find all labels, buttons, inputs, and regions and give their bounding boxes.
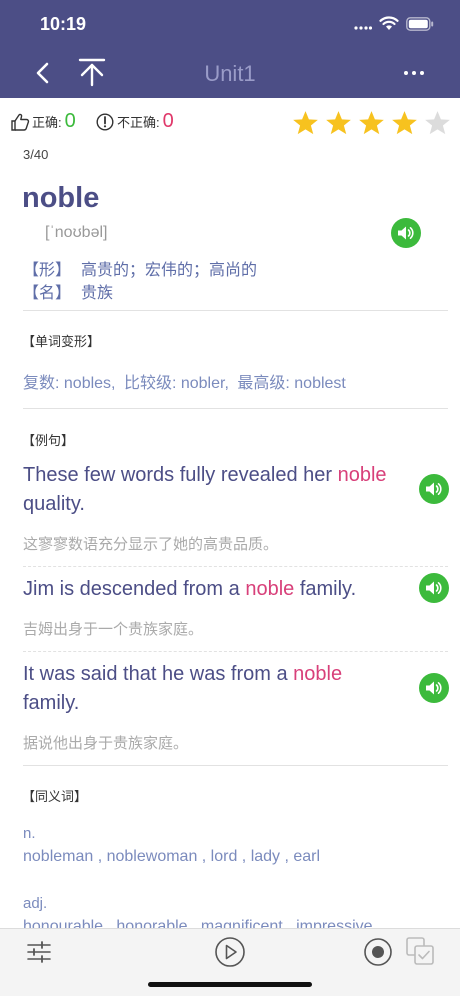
- rating-stars[interactable]: [291, 110, 452, 137]
- synonym-pos: adj.: [23, 895, 48, 912]
- speaker-icon: [398, 226, 414, 240]
- definition-adjective: 【形】 高贵的；宏伟的；高尚的: [23, 256, 257, 280]
- example-sentence: Jim is descended from a noble family.: [23, 575, 423, 604]
- example-speaker-button[interactable]: [419, 573, 449, 603]
- divider: [23, 765, 448, 766]
- example-text: quality.: [23, 493, 85, 515]
- status-time: 10:19: [40, 14, 87, 34]
- example-speaker-button[interactable]: [419, 673, 449, 703]
- example-text: These few words fully revealed her: [23, 464, 338, 486]
- wrong-score: 不正确: 0: [96, 110, 174, 133]
- example-translation: 吉姆出身于一个贵族家庭。: [23, 621, 204, 638]
- headword: noble: [22, 182, 100, 214]
- example-sentence: It was said that he was from a noble fam…: [23, 660, 403, 718]
- synonym-words: nobleman , noblewoman , lord , lady , ea…: [23, 848, 321, 865]
- plural-value: nobles,: [63, 375, 116, 392]
- more-icon-dot: [404, 71, 408, 75]
- status-bar: 10:19: [0, 0, 460, 50]
- star-empty-icon[interactable]: [423, 110, 452, 137]
- more-button[interactable]: [396, 58, 432, 88]
- example-text: family.: [23, 692, 80, 714]
- home-indicator: [148, 982, 312, 987]
- word-forms: 复数: nobles, 比较级: nobler, 最高级: noblest: [23, 369, 350, 393]
- definition-pos: 【名】: [23, 285, 72, 302]
- copy-icon: [406, 937, 434, 965]
- status-icons: [354, 16, 434, 31]
- phonetic: [ˈnoʊbəl]: [45, 224, 108, 241]
- play-button[interactable]: [214, 936, 246, 973]
- record-icon: [364, 938, 392, 966]
- example-text: family.: [294, 578, 357, 600]
- wifi-icon: [379, 16, 399, 30]
- top-bar: 10:19 Unit1: [0, 0, 460, 98]
- score-row: 正确: 0 不正确: 0: [10, 110, 450, 138]
- divider: [23, 651, 448, 652]
- superlative-value: noblest: [294, 375, 346, 392]
- comparative-value: nobler,: [180, 375, 229, 392]
- more-icon-dot: [420, 71, 424, 75]
- star-filled-icon[interactable]: [390, 110, 419, 137]
- progress-counter: 3/40: [23, 147, 49, 162]
- definition-pos: 【形】: [23, 262, 72, 279]
- star-filled-icon[interactable]: [324, 110, 353, 137]
- settings-button[interactable]: [25, 938, 53, 971]
- correct-score: 正确: 0: [10, 110, 76, 133]
- star-filled-icon[interactable]: [357, 110, 386, 137]
- example-text: Jim is descended from a: [23, 578, 246, 600]
- play-icon: [215, 937, 245, 967]
- divider: [23, 566, 448, 567]
- definition-text: 贵族: [81, 285, 114, 302]
- example-highlight: noble: [245, 578, 295, 600]
- correct-label: 正确:: [32, 115, 62, 130]
- forms-section-label: 【单词变形】: [22, 334, 101, 349]
- more-icon-dot: [412, 71, 416, 75]
- wrong-count: 0: [162, 110, 174, 132]
- signal-icon: [354, 25, 372, 30]
- correct-count: 0: [64, 110, 76, 132]
- synonyms-section-label: 【同义词】: [22, 789, 88, 804]
- definition-noun: 【名】 贵族: [23, 279, 113, 303]
- plural-label: 复数:: [23, 375, 60, 392]
- examples-section-label: 【例句】: [22, 433, 75, 448]
- word-speaker-button[interactable]: [391, 218, 421, 248]
- comparative-label: 比较级:: [123, 375, 177, 392]
- star-filled-icon[interactable]: [291, 110, 320, 137]
- example-highlight: noble: [293, 663, 343, 685]
- example-translation: 据说他出身于贵族家庭。: [23, 735, 189, 752]
- definition-text: 高贵的；宏伟的；高尚的: [81, 262, 258, 279]
- speaker-icon: [426, 681, 442, 695]
- example-translation: 这寥寥数语充分显示了她的高贵品质。: [23, 536, 279, 553]
- example-sentence: These few words fully revealed her noble…: [23, 461, 403, 519]
- superlative-label: 最高级:: [237, 375, 290, 392]
- example-speaker-button[interactable]: [419, 474, 449, 504]
- example-text: It was said that he was from a: [23, 663, 294, 685]
- compare-button[interactable]: [404, 935, 436, 972]
- warning-icon: [96, 112, 114, 131]
- synonym-pos: n.: [23, 825, 36, 842]
- thumbs-up-icon: [11, 113, 30, 131]
- battery-icon: [406, 16, 434, 31]
- speaker-icon: [426, 581, 442, 595]
- page-title: Unit1: [204, 61, 256, 86]
- divider: [23, 310, 448, 311]
- example-highlight: noble: [337, 464, 387, 486]
- record-button[interactable]: [362, 936, 394, 973]
- wrong-label: 不正确:: [117, 115, 160, 130]
- nav-bar: Unit1: [0, 50, 460, 98]
- divider: [23, 408, 448, 409]
- sliders-icon: [27, 941, 51, 963]
- speaker-icon: [426, 482, 442, 496]
